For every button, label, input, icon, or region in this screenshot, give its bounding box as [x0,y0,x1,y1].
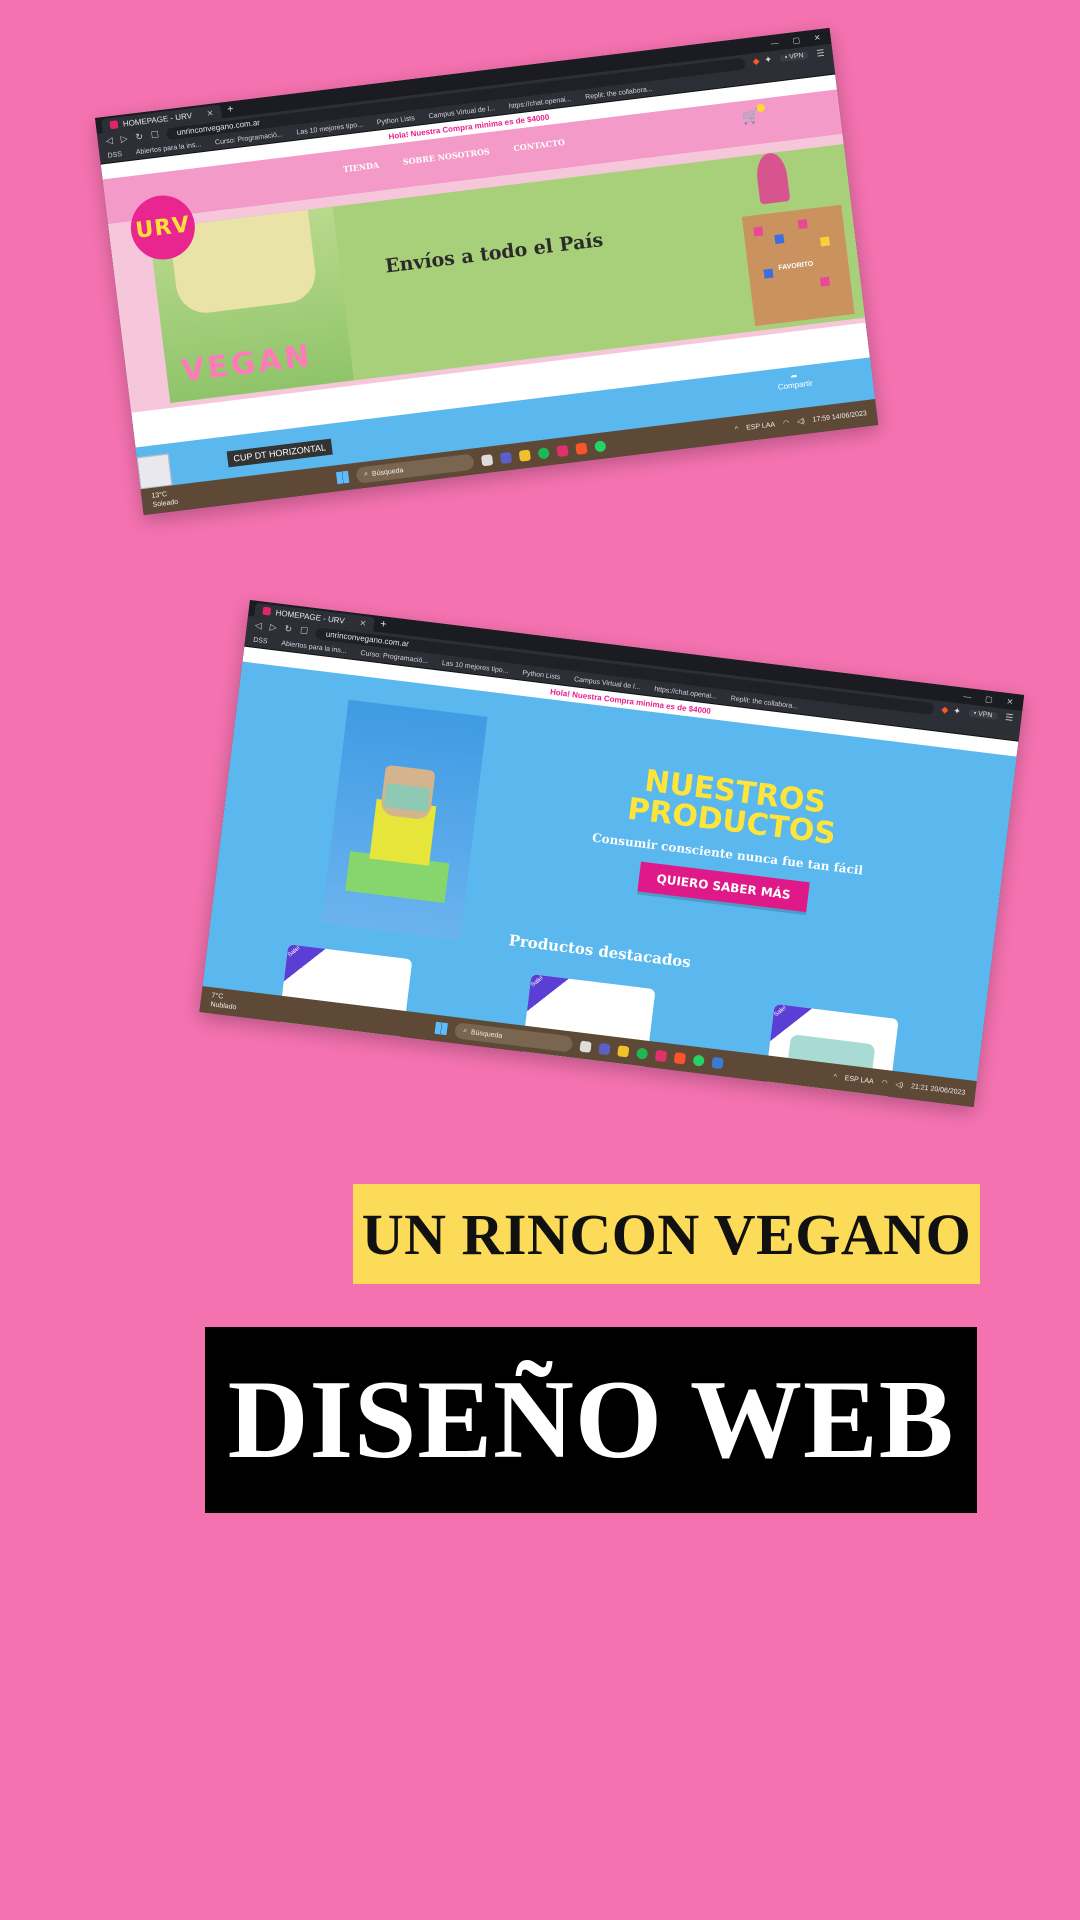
extensions-area: ◆ ✦ [941,704,962,717]
sale-ribbon: Sale! [278,944,328,988]
close-window-icon[interactable]: ✕ [813,33,821,43]
puzzle-icon[interactable]: ✦ [953,706,962,718]
main-title-banner: DISEÑO WEB [205,1327,977,1513]
bookmark-item[interactable]: DSS [107,151,122,160]
bookmark-icon[interactable]: ☐ [299,625,308,637]
cart-count-badge [756,103,766,113]
weather-widget[interactable]: 7°C Nublado [200,990,238,1012]
search-placeholder: Búsqueda [470,1028,503,1040]
nav-tienda[interactable]: TIENDA [342,160,379,174]
clock[interactable]: 21:21 20/06/2023 [911,1083,966,1097]
extensions-area: ◆ ✦ [752,54,773,67]
instagram-icon[interactable] [556,444,569,457]
vpn-button[interactable]: • VPN [779,51,809,63]
new-tab-icon[interactable]: + [380,618,388,631]
close-tab-icon[interactable]: ✕ [206,108,214,118]
teams-icon[interactable] [598,1042,611,1055]
screenshot-homepage-products: HOMEPAGE - URV ✕ + — ▢ ✕ ◁ ▷ ↻ ☐ unrinco… [199,600,1025,1107]
close-tab-icon[interactable]: ✕ [359,618,367,628]
chevron-up-icon[interactable]: ^ [833,1073,837,1080]
new-tab-icon[interactable]: + [226,103,234,116]
forward-icon[interactable]: ▷ [120,133,128,145]
close-window-icon[interactable]: ✕ [1006,696,1014,706]
bookmark-item[interactable]: DSS [253,637,268,646]
sale-ribbon: Sale! [521,974,571,1018]
spotify-icon[interactable] [636,1047,649,1060]
bookmark-item[interactable]: Python Lists [522,670,561,682]
brave-icon[interactable] [673,1051,687,1064]
spotify-icon[interactable] [537,446,550,459]
windows-start-icon[interactable] [335,470,350,485]
bookmark-item[interactable]: Python Lists [377,115,416,127]
language-indicator[interactable]: ESP LAA [844,1075,874,1085]
folder-icon[interactable] [518,449,531,462]
brave-shield-icon[interactable]: ◆ [941,704,949,716]
weather-widget[interactable]: 13°C Soleado [141,489,179,511]
nav-contacto[interactable]: CONTACTO [513,137,566,153]
instagram-icon[interactable] [655,1049,668,1062]
clock[interactable]: 17:59 14/06/2023 [812,410,867,424]
search-icon: ⌕ [363,470,369,478]
maximize-icon[interactable]: ▢ [792,35,801,45]
file-explorer-icon[interactable] [480,453,493,466]
maximize-icon[interactable]: ▢ [985,694,994,704]
windows-start-icon[interactable] [434,1021,448,1036]
back-icon[interactable]: ◁ [105,135,113,147]
language-indicator[interactable]: ESP LAA [746,421,776,431]
vpn-button[interactable]: • VPN [968,709,998,720]
chevron-up-icon[interactable]: ^ [735,425,739,432]
vscode-icon[interactable] [711,1056,724,1069]
forward-icon[interactable]: ▷ [269,622,277,634]
wifi-icon[interactable]: ◠ [881,1079,888,1088]
box-label: FAVORITO [777,260,814,272]
reload-icon[interactable]: ↻ [284,623,293,635]
vegan-lettering: VEGAN [179,338,315,390]
recaptcha-badge[interactable] [136,453,173,490]
search-placeholder: Búsqueda [371,466,404,478]
puzzle-icon[interactable]: ✦ [764,54,773,66]
weather-desc: Soleado [152,498,179,509]
screenshot-homepage-hero: HOMEPAGE - URV ✕ + — ▢ ✕ ◁ ▷ ↻ ☐ unrinco… [95,27,879,516]
site-favicon-icon [109,120,119,130]
reload-icon[interactable]: ↻ [135,131,144,143]
whatsapp-icon[interactable] [593,439,607,453]
site-favicon-icon [262,606,272,616]
nav-sobre-nosotros[interactable]: SOBRE NOSOTROS [402,146,490,167]
product-box: FAVORITO [741,204,855,327]
bookmark-icon[interactable]: ☐ [150,129,159,141]
volume-icon[interactable]: ◁) [797,417,806,426]
volume-icon[interactable]: ◁) [895,1080,904,1089]
brave-shield-icon[interactable]: ◆ [752,56,760,68]
learn-more-button[interactable]: QUIERO SABER MÁS [637,861,810,913]
back-icon[interactable]: ◁ [254,620,262,632]
minimize-icon[interactable]: — [770,38,779,48]
menu-icon[interactable]: ☰ [1005,712,1014,724]
cart-icon[interactable]: 🛒 [741,103,766,126]
teams-icon[interactable] [499,451,512,464]
hand-with-product [754,151,791,205]
weather-desc: Nublado [209,1001,237,1012]
menu-icon[interactable]: ☰ [816,48,825,60]
minimize-icon[interactable]: — [963,691,972,701]
brave-icon[interactable] [574,442,588,455]
hero-heading: Envíos a todo el País [383,229,605,278]
search-icon: ⌕ [462,1027,468,1035]
wifi-icon[interactable]: ◠ [783,419,790,428]
product-photo [321,699,488,941]
file-explorer-icon[interactable] [579,1040,592,1053]
folder-icon[interactable] [617,1044,630,1057]
whatsapp-icon[interactable] [692,1054,705,1067]
brand-banner: UN RINCON VEGANO [353,1184,980,1284]
